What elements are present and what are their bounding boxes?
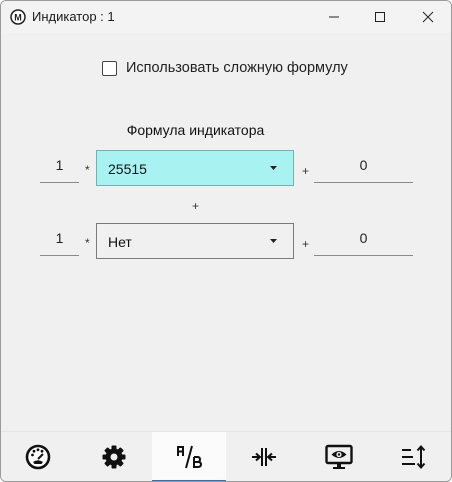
title-bar[interactable]: M Индикатор : 1 [1,1,451,33]
coefficient-field-2[interactable]: 1 [40,229,79,256]
bottom-tab-bar [1,431,451,481]
use-complex-formula-label: Использовать сложную формулу [126,60,348,76]
plus-operator-1: + [302,164,310,178]
source-select-2-value: Нет [108,234,132,250]
multiply-operator-2: * [85,236,90,250]
tab-align[interactable] [227,432,301,481]
tab-sort[interactable] [377,432,451,481]
tab-gauge[interactable] [1,432,75,481]
dropdown-arrow-icon [270,239,277,243]
sort-height-icon [402,444,426,470]
coefficient-field-1[interactable]: 1 [40,156,79,183]
tab-formula[interactable] [152,432,226,481]
source-select-2[interactable]: Нет [96,223,294,259]
maximize-button[interactable] [357,1,403,33]
monitor-eye-icon [325,444,353,469]
minimize-button[interactable] [311,1,357,33]
close-button[interactable] [405,1,451,33]
between-rows-plus-operator: + [192,199,200,213]
source-select-1-value: 25515 [108,161,147,177]
window-title: Индикатор : 1 [32,9,115,24]
plus-operator-2: + [302,237,310,251]
formula-title: Формула индикатора [126,122,265,138]
close-icon [422,11,434,23]
use-complex-formula-option[interactable]: Использовать сложную формулу [102,58,348,78]
offset-field-2[interactable]: 0 [314,229,413,256]
indicator-window: M Индикатор : 1 Использовать сложную фор… [0,0,452,482]
align-center-icon [252,448,276,466]
gear-icon [102,445,126,469]
minimize-icon [329,16,339,18]
maximize-icon [375,12,385,22]
gauge-icon [25,444,51,470]
offset-field-1[interactable]: 0 [314,156,413,183]
source-select-1[interactable]: 25515 [96,150,294,186]
use-complex-formula-checkbox[interactable] [102,60,117,76]
a-over-b-icon [177,445,203,469]
app-logo-icon: M [10,9,26,25]
tab-display[interactable] [302,432,376,481]
dropdown-arrow-icon [270,166,277,170]
multiply-operator-1: * [85,163,90,177]
svg-text:M: M [14,13,22,23]
tab-settings[interactable] [77,432,151,481]
